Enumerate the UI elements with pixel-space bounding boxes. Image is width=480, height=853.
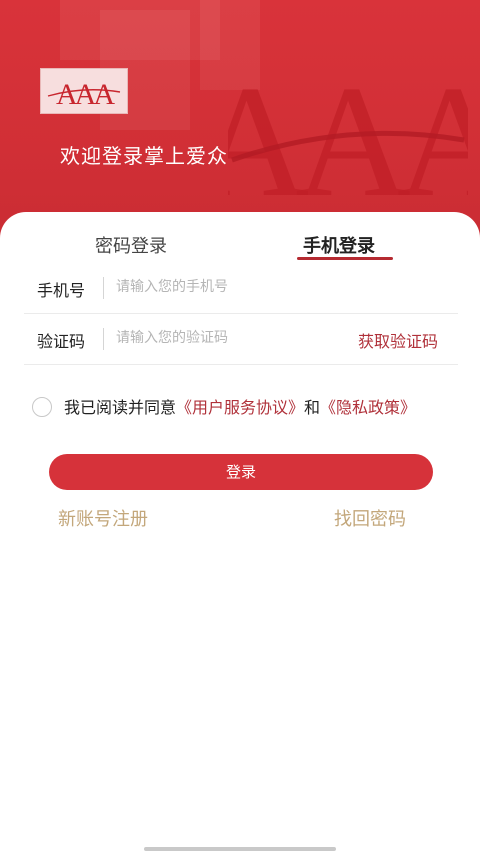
tab-phone-login[interactable]: 手机登录 [303, 232, 375, 258]
agreement-prefix: 我已阅读并同意 [64, 398, 177, 417]
phone-label: 手机号 [37, 281, 86, 300]
register-link[interactable]: 新账号注册 [58, 505, 148, 531]
field-divider [103, 328, 104, 350]
agreement-and: 和 [304, 398, 321, 417]
phone-input[interactable] [116, 273, 336, 301]
login-button[interactable]: 登录 [49, 454, 433, 490]
logo-mark: AAA [47, 78, 121, 110]
brand-watermark: AAA [228, 60, 468, 205]
forgot-password-link[interactable]: 找回密码 [334, 505, 406, 531]
code-row: 验证码 获取验证码 [24, 314, 458, 365]
tab-password-login[interactable]: 密码登录 [95, 232, 167, 258]
user-agreement-link[interactable]: 《用户服务协议》 [176, 398, 304, 417]
code-label: 验证码 [37, 332, 86, 351]
agreement-checkbox[interactable] [32, 397, 52, 417]
logo-text: AAA [56, 78, 115, 110]
get-code-button[interactable]: 获取验证码 [358, 328, 438, 352]
agreement: 我已阅读并同意《用户服务协议》和《隐私政策》 [24, 396, 454, 420]
code-input[interactable] [116, 324, 336, 352]
app-logo: AAA [40, 68, 128, 114]
field-divider [103, 277, 104, 299]
active-tab-indicator [297, 257, 393, 260]
phone-row: 手机号 [24, 263, 458, 314]
welcome-title: 欢迎登录掌上爱众 [60, 144, 228, 168]
home-indicator[interactable] [144, 847, 336, 851]
privacy-policy-link[interactable]: 《隐私政策》 [320, 398, 416, 417]
